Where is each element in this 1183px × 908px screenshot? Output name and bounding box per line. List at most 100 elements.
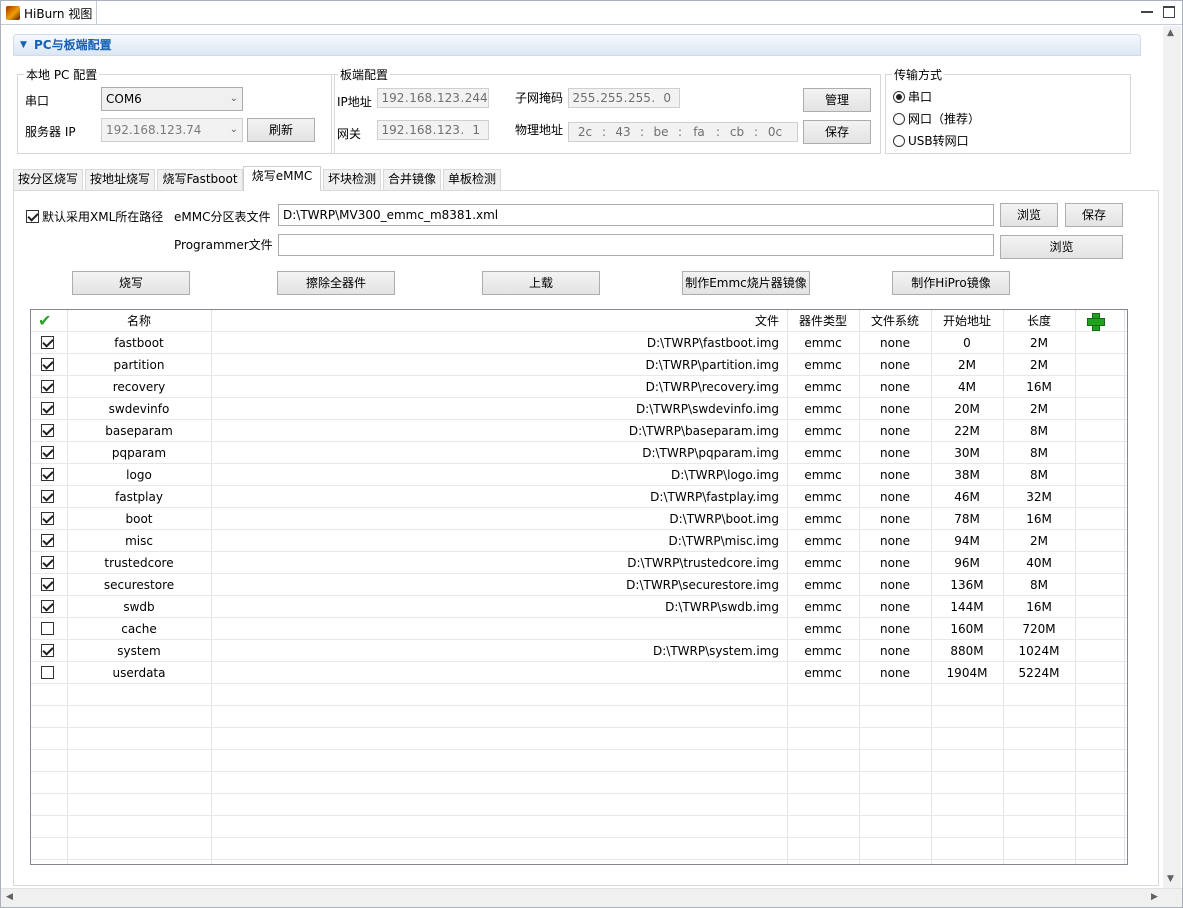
table-row[interactable]: swdevinfo D:\TWRP\swdevinfo.img emmc none 20…	[31, 398, 1127, 420]
cell-start[interactable]: 880M	[931, 640, 1003, 662]
cell-fs[interactable]: none	[859, 420, 931, 442]
cell-fs[interactable]: none	[859, 618, 931, 640]
cell-file[interactable]: D:\TWRP\system.img	[211, 640, 787, 662]
cell-type[interactable]: emmc	[787, 640, 859, 662]
cell-length[interactable]: 16M	[1003, 596, 1075, 618]
cell-type[interactable]: emmc	[787, 376, 859, 398]
radio-network[interactable]: 网口（推荐）	[893, 110, 980, 127]
table-row[interactable]	[31, 728, 1127, 750]
cell-name[interactable]: system	[67, 640, 211, 662]
scroll-down-icon[interactable]: ▼	[1167, 874, 1174, 884]
cell-start[interactable]: 4M	[931, 376, 1003, 398]
table-row[interactable]	[31, 750, 1127, 772]
table-row[interactable]: boot D:\TWRP\boot.img emmc none 78M 16M	[31, 508, 1127, 530]
make-emmc-image-button[interactable]: 制作Emmc烧片器镜像	[682, 271, 810, 295]
row-checkbox[interactable]	[41, 622, 54, 635]
add-partition-icon[interactable]	[1087, 313, 1105, 331]
cell-type[interactable]: emmc	[787, 332, 859, 354]
cell-start[interactable]: 144M	[931, 596, 1003, 618]
cell-file[interactable]: D:\TWRP\fastplay.img	[211, 486, 787, 508]
table-row[interactable]: baseparam D:\TWRP\baseparam.img emmc none 22…	[31, 420, 1127, 442]
row-checkbox[interactable]	[41, 490, 54, 503]
cell-type[interactable]: emmc	[787, 552, 859, 574]
cell-type[interactable]: emmc	[787, 596, 859, 618]
row-checkbox[interactable]	[41, 358, 54, 371]
row-checkbox[interactable]	[41, 446, 54, 459]
server-ip-select[interactable]: 192.168.123.74 ⌄	[101, 118, 243, 142]
cell-length[interactable]: 720M	[1003, 618, 1075, 640]
cell-file[interactable]: D:\TWRP\partition.img	[211, 354, 787, 376]
cell-length[interactable]: 8M	[1003, 420, 1075, 442]
cell-start[interactable]: 78M	[931, 508, 1003, 530]
cell-name[interactable]: swdb	[67, 596, 211, 618]
cell-length[interactable]: 2M	[1003, 354, 1075, 376]
cell-fs[interactable]: none	[859, 398, 931, 420]
radio-network-indicator[interactable]	[893, 112, 905, 125]
browse-xml-button[interactable]: 浏览	[1000, 203, 1058, 227]
gateway-field[interactable]: 192. 168. 123. 1	[377, 120, 489, 140]
table-row[interactable]: swdb D:\TWRP\swdb.img emmc none 144M 16M	[31, 596, 1127, 618]
cell-length[interactable]: 8M	[1003, 574, 1075, 596]
section-header[interactable]: ▼ PC与板端配置	[13, 34, 1141, 56]
cell-type[interactable]: emmc	[787, 486, 859, 508]
cell-fs[interactable]: none	[859, 530, 931, 552]
table-row[interactable]	[31, 706, 1127, 728]
cell-type[interactable]: emmc	[787, 420, 859, 442]
cell-start[interactable]: 1904M	[931, 662, 1003, 684]
manage-button[interactable]: 管理	[803, 88, 871, 112]
cell-type[interactable]: emmc	[787, 662, 859, 684]
table-row[interactable]	[31, 816, 1127, 838]
tab-board-check[interactable]: 单板检测	[443, 169, 501, 190]
cell-fs[interactable]: none	[859, 508, 931, 530]
row-checkbox[interactable]	[41, 424, 54, 437]
cell-file[interactable]: D:\TWRP\boot.img	[211, 508, 787, 530]
table-row[interactable]: cache emmc none 160M 720M	[31, 618, 1127, 640]
cell-file[interactable]	[211, 618, 787, 640]
cell-length[interactable]: 5224M	[1003, 662, 1075, 684]
table-row[interactable]: securestore D:\TWRP\securestore.img emmc no…	[31, 574, 1127, 596]
scroll-left-icon[interactable]: ◀	[6, 892, 13, 902]
table-row[interactable]: pqparam D:\TWRP\pqparam.img emmc none 30M 8M	[31, 442, 1127, 464]
table-row[interactable]: system D:\TWRP\system.img emmc none 880M 1024…	[31, 640, 1127, 662]
cell-length[interactable]: 1024M	[1003, 640, 1075, 662]
cell-name[interactable]: logo	[67, 464, 211, 486]
cell-file[interactable]: D:\TWRP\recovery.img	[211, 376, 787, 398]
cell-type[interactable]: emmc	[787, 442, 859, 464]
row-checkbox[interactable]	[41, 402, 54, 415]
cell-fs[interactable]: none	[859, 662, 931, 684]
cell-file[interactable]: D:\TWRP\baseparam.img	[211, 420, 787, 442]
cell-file[interactable]: D:\TWRP\swdevinfo.img	[211, 398, 787, 420]
tab-badblock[interactable]: 坏块检测	[323, 169, 381, 190]
table-row[interactable]: fastboot D:\TWRP\fastboot.img emmc none 0 2M	[31, 332, 1127, 354]
serial-port-select[interactable]: COM6 ⌄	[101, 87, 243, 111]
scroll-right-icon[interactable]: ▶	[1151, 892, 1158, 902]
row-checkbox[interactable]	[41, 336, 54, 349]
minimize-icon[interactable]	[1141, 6, 1153, 13]
cell-fs[interactable]: none	[859, 552, 931, 574]
radio-serial-indicator[interactable]	[893, 90, 905, 103]
collapse-triangle-icon[interactable]: ▼	[20, 35, 27, 55]
row-checkbox[interactable]	[41, 512, 54, 525]
cell-start[interactable]: 136M	[931, 574, 1003, 596]
refresh-button[interactable]: 刷新	[247, 118, 315, 142]
subnet-mask-field[interactable]: 255. 255. 255. 0	[568, 88, 680, 108]
cell-fs[interactable]: none	[859, 442, 931, 464]
cell-start[interactable]: 20M	[931, 398, 1003, 420]
default-xml-checkbox[interactable]	[26, 210, 39, 223]
cell-length[interactable]: 16M	[1003, 376, 1075, 398]
cell-length[interactable]: 16M	[1003, 508, 1075, 530]
cell-start[interactable]: 96M	[931, 552, 1003, 574]
table-row[interactable]: fastplay D:\TWRP\fastplay.img emmc none 46M 3…	[31, 486, 1127, 508]
cell-fs[interactable]: none	[859, 354, 931, 376]
cell-length[interactable]: 2M	[1003, 332, 1075, 354]
tab-fastboot[interactable]: 烧写Fastboot	[157, 169, 243, 190]
cell-fs[interactable]: none	[859, 640, 931, 662]
select-all-check-icon[interactable]: ✔	[38, 311, 51, 330]
cell-fs[interactable]: none	[859, 332, 931, 354]
cell-name[interactable]: fastboot	[67, 332, 211, 354]
cell-fs[interactable]: none	[859, 464, 931, 486]
cell-name[interactable]: trustedcore	[67, 552, 211, 574]
row-checkbox[interactable]	[41, 556, 54, 569]
table-row[interactable]: partition D:\TWRP\partition.img emmc none 2M…	[31, 354, 1127, 376]
header-name[interactable]: 名称	[67, 310, 211, 332]
